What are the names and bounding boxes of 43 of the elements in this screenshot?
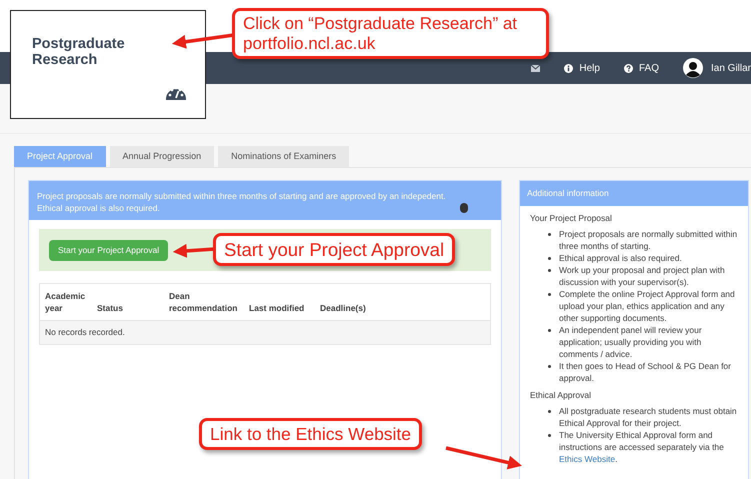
bullet-icon (548, 269, 551, 272)
tab[interactable]: Nominations of Examiners (218, 146, 350, 167)
bullet-icon (548, 257, 551, 260)
avatar-icon[interactable] (682, 58, 703, 78)
bullet-icon (548, 233, 551, 236)
tab[interactable]: Annual Progression (110, 146, 214, 167)
bullet-icon (548, 329, 551, 332)
panel-title: Additional information (527, 187, 609, 200)
column-header: Last modified (249, 302, 306, 314)
ethics-link[interactable]: Ethics Website (559, 454, 616, 464)
list-item: Work up your proposal and project plan with discussion with your supervisor(s). (559, 264, 726, 288)
bullet-icon (548, 434, 551, 437)
section-heading: Your Project Proposal (530, 212, 613, 224)
info-icon (564, 64, 574, 72)
column-header: Deadline(s) (320, 302, 367, 314)
intro-text: Project proposals are normally submitted within three months of starting and are approved by an indepedent. Ethical approval is also required. (37, 190, 447, 214)
annotation-arrow (172, 244, 216, 258)
empty-message: No records recorded. (45, 327, 125, 337)
annotation-callout: Start your Project Approval (213, 233, 456, 266)
nav-link[interactable]: FAQ (624, 60, 659, 76)
list-item: Project proposals are normally submitted within three months of starting. (559, 228, 738, 252)
user-name[interactable]: Ian Gillar (710, 60, 751, 76)
bullet-icon (548, 410, 551, 413)
column-header: Academic year (45, 290, 86, 314)
info-badge-icon (460, 203, 468, 213)
annotation-callout: Click on “Postgraduate Research” at portfolio.ncl.ac.uk (232, 8, 549, 60)
column-header: Status (97, 302, 124, 314)
annotation-callout: Link to the Ethics Website (199, 418, 422, 450)
nav-link[interactable]: Help (564, 60, 600, 76)
mail-icon[interactable] (531, 64, 540, 72)
list-item: An independent panel will review your application; usually providing you with comments / advice. (559, 324, 703, 360)
column-header: Dean recommendation (169, 290, 238, 314)
list-item: The University Ethical Approval form and instructions are accessed separately via the Ethics Website. (559, 429, 725, 465)
site-title: Postgraduate Research (32, 36, 126, 68)
help-icon (624, 64, 633, 72)
list-item: It then goes to Head of School & PG Dean for approval. (559, 360, 732, 384)
list-item: Ethical approval is also required. (559, 252, 682, 264)
list-item: All postgraduate research students must obtain Ethical Approval for their project. (559, 405, 738, 429)
bullet-icon (548, 365, 551, 368)
section-heading: Ethical Approval (530, 389, 592, 401)
annotation-arrow (172, 33, 234, 49)
bullet-icon (548, 293, 551, 296)
list-item: Complete the online Project Approval form and upload your plan, ethics application and any other supporting documents. (559, 288, 736, 324)
